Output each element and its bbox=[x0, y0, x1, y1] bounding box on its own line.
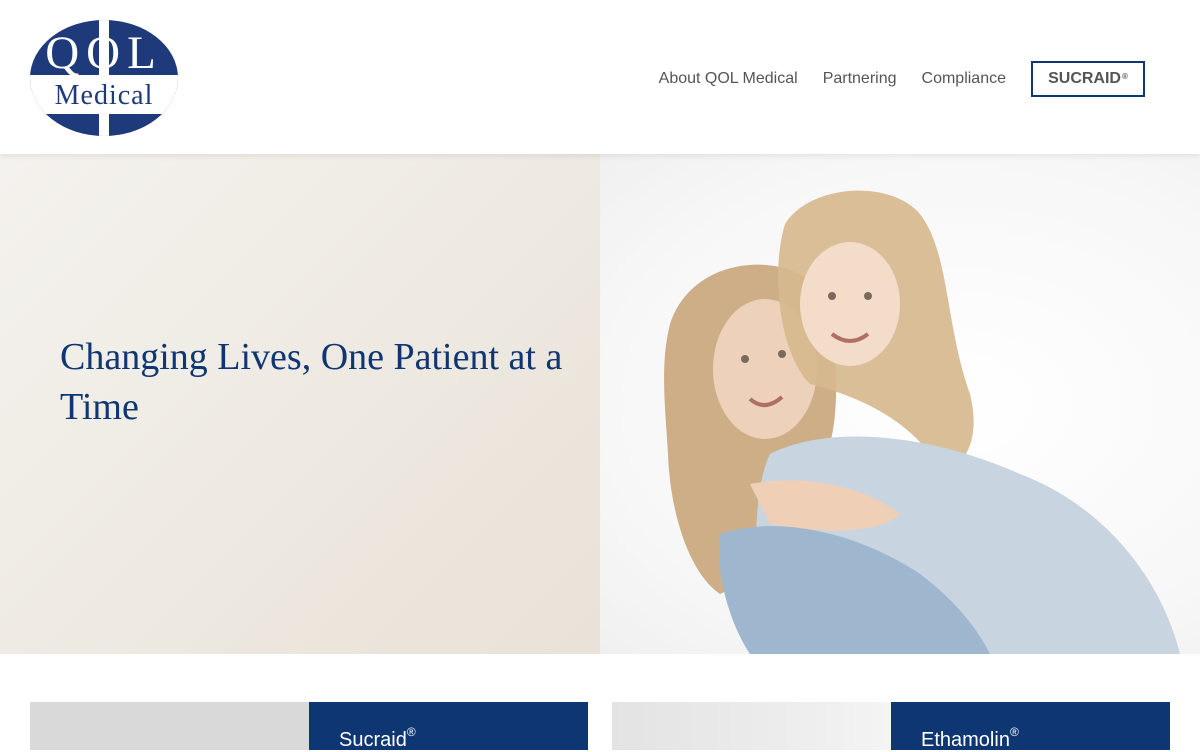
mother-daughter-photo bbox=[664, 190, 1180, 654]
site-header: QOL Medical About QOL Medical Partnering… bbox=[0, 0, 1200, 154]
registered-mark: ® bbox=[1009, 725, 1019, 739]
hero-title: Changing Lives, One Patient at a Time bbox=[60, 336, 563, 428]
sucraid-button[interactable]: SUCRAID ® bbox=[1031, 61, 1145, 97]
nav-partnering[interactable]: Partnering bbox=[823, 62, 897, 96]
hero-banner: Changing Lives, One Patient at a Time bbox=[0, 154, 1200, 654]
product-title-text: Ethamolin bbox=[921, 729, 1010, 751]
hero-text-panel: Changing Lives, One Patient at a Time bbox=[0, 154, 600, 654]
hero-image bbox=[600, 154, 1200, 654]
sucraid-button-label: SUCRAID bbox=[1048, 70, 1121, 87]
product-title-text: Sucraid bbox=[339, 729, 407, 751]
nav-about[interactable]: About QOL Medical bbox=[659, 62, 798, 96]
product-card-panel: Ethamolin® bbox=[891, 702, 1170, 752]
nav-compliance[interactable]: Compliance bbox=[922, 62, 1006, 96]
qol-medical-logo[interactable]: QOL Medical bbox=[30, 20, 178, 136]
product-card-image bbox=[612, 702, 891, 750]
registered-mark: ® bbox=[1121, 72, 1128, 81]
product-card-ethamolin[interactable]: Ethamolin® bbox=[612, 702, 1170, 752]
product-card-sucraid[interactable]: Sucraid® bbox=[30, 702, 588, 752]
main-nav: About QOL Medical Partnering Compliance … bbox=[659, 61, 1170, 97]
product-card-image bbox=[30, 702, 309, 750]
registered-mark: ® bbox=[406, 725, 416, 739]
product-card-panel: Sucraid® bbox=[309, 702, 588, 752]
logo-medical-text: Medical bbox=[54, 80, 154, 111]
logo-qol-text: QOL bbox=[45, 27, 163, 79]
product-card-title: Ethamolin® bbox=[921, 725, 1019, 752]
product-card-title: Sucraid® bbox=[339, 725, 416, 752]
